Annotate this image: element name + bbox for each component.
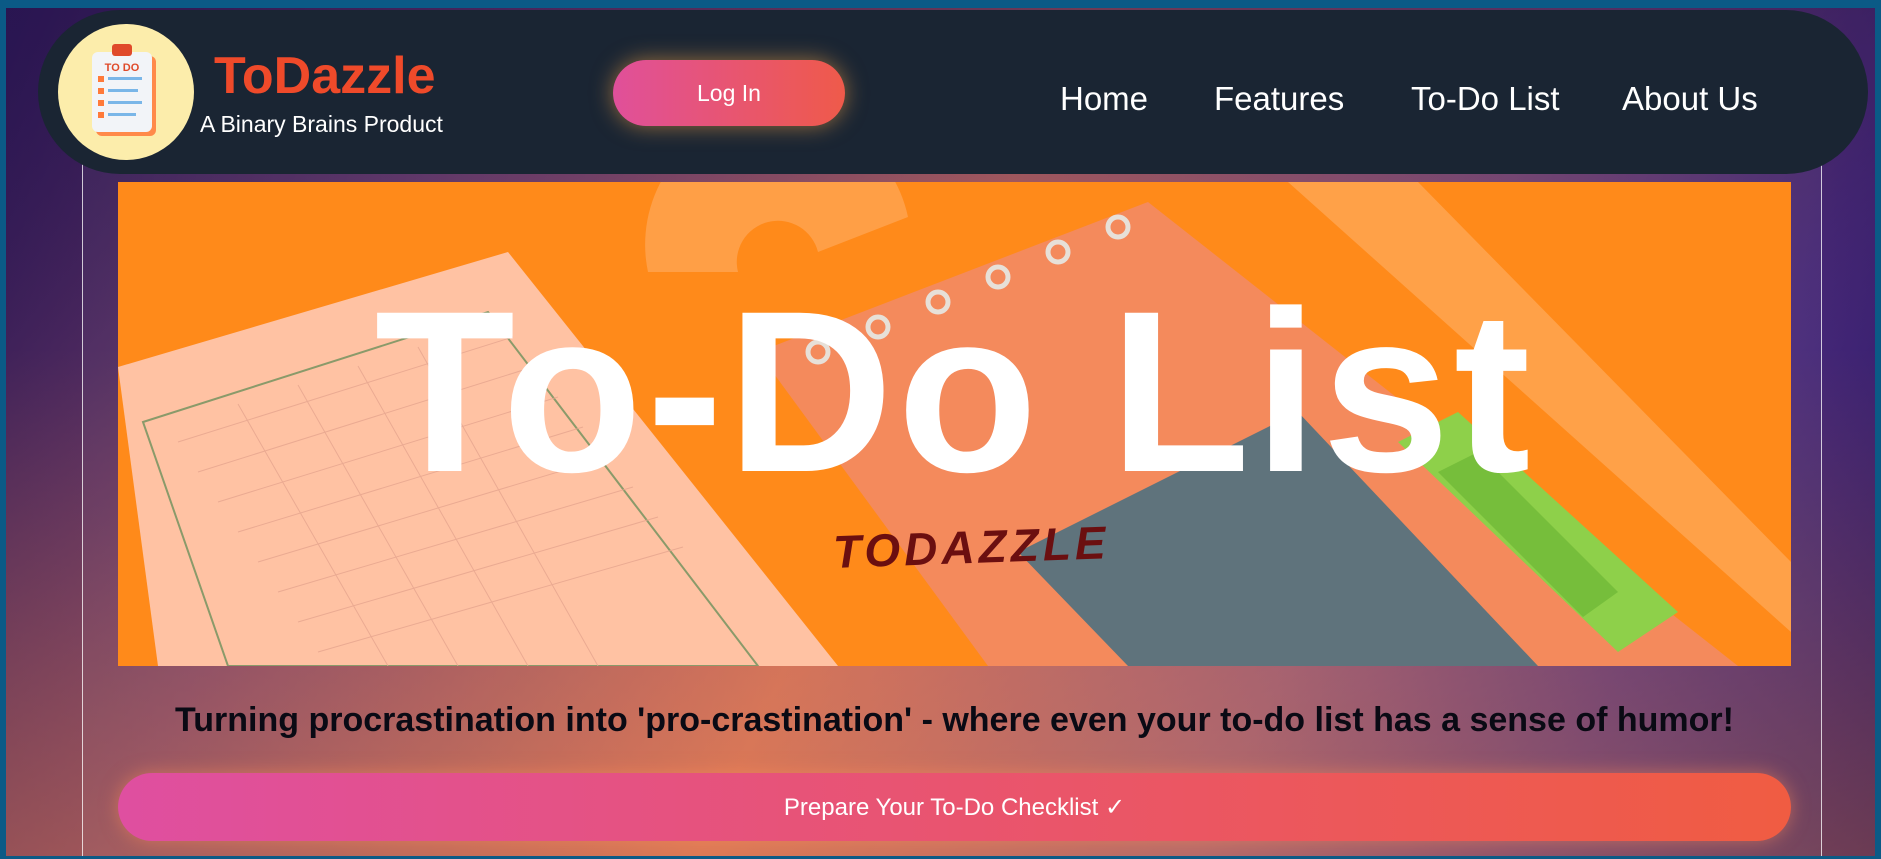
nav-about-us[interactable]: About Us (1622, 82, 1758, 115)
hero-title: To-Do List (374, 263, 1535, 520)
nav-features[interactable]: Features (1214, 82, 1344, 115)
logo[interactable]: TO DO (58, 24, 194, 160)
prepare-checklist-button[interactable]: Prepare Your To-Do Checklist ✓ (118, 773, 1791, 841)
hero-banner: To-Do List TODAZZLE (118, 182, 1791, 666)
nav-todo-list[interactable]: To-Do List (1411, 82, 1560, 115)
logo-text: TO DO (105, 62, 140, 74)
page-background: To-Do List TODAZZLE Turning procrastinat… (6, 8, 1875, 856)
nav-home[interactable]: Home (1060, 82, 1148, 115)
hero-subtitle: TODAZZLE (832, 516, 1111, 578)
login-button[interactable]: Log In (613, 60, 845, 126)
clipboard-todo-icon: TO DO (92, 44, 156, 136)
navbar: TO DO ToDazzle A Binary Brains Product L… (38, 10, 1868, 174)
brand-name: ToDazzle (214, 47, 436, 105)
brand-subtitle: A Binary Brains Product (200, 111, 443, 137)
tagline: Turning procrastination into 'pro-crasti… (175, 701, 1734, 739)
